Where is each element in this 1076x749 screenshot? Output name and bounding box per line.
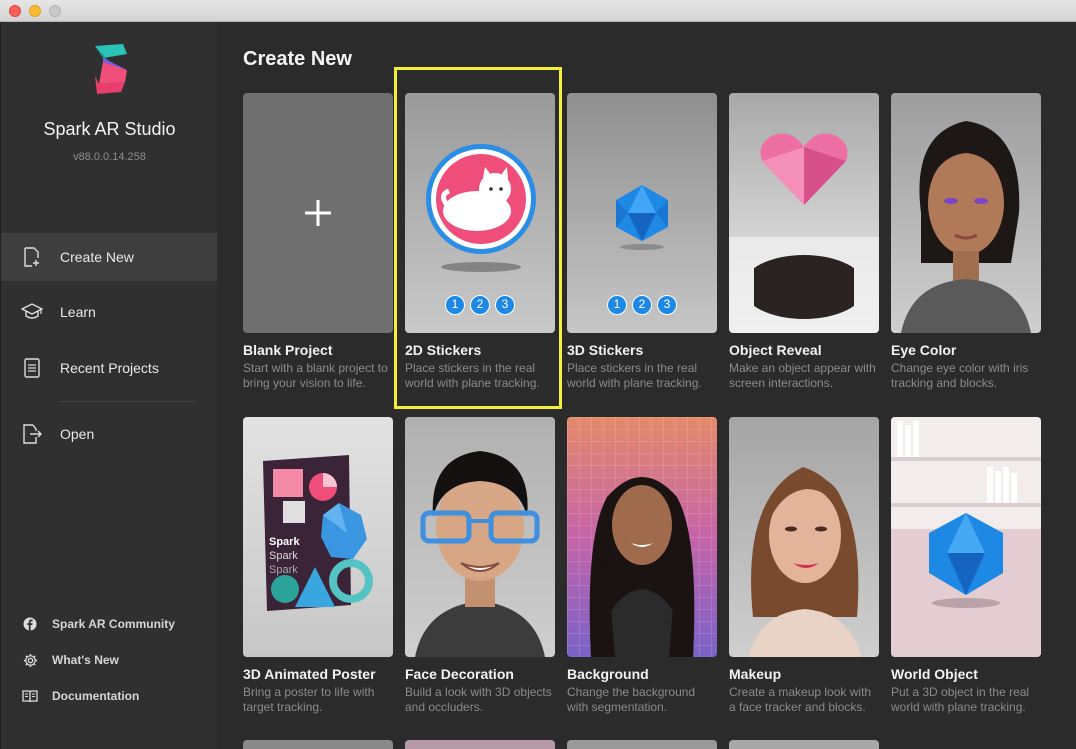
facebook-icon (22, 616, 38, 632)
sidebar-item-create-new[interactable]: Create New (1, 233, 218, 281)
document-icon (21, 357, 43, 379)
poster-word-2: Spark (269, 550, 298, 562)
book-icon (22, 688, 38, 704)
template-thumbnail: Spark Spark Spark (243, 417, 393, 657)
sidebar-item-label: Create New (60, 249, 134, 265)
heart-reveal-image (754, 133, 854, 319)
sidebar-item-recent-projects[interactable]: Recent Projects (1, 344, 218, 392)
template-description: Put a 3D object in the real world with p… (891, 685, 1030, 714)
zoom-window-button[interactable] (49, 5, 61, 17)
template-card-3d-stickers[interactable]: 1 2 3 3D Stickers Place stickers in the … (567, 93, 717, 391)
template-description: Change the background with segmentation. (567, 685, 696, 714)
portrait-image (901, 121, 1031, 333)
footer-link-label: Documentation (52, 689, 140, 703)
template-thumbnail (243, 93, 393, 333)
footer-link-label: Spark AR Community (52, 617, 175, 631)
plus-icon (305, 200, 331, 226)
template-description: Start with a blank project to bring your… (243, 361, 388, 390)
template-title: 3D Animated Poster (243, 666, 376, 682)
sidebar-item-label: Open (60, 426, 95, 442)
template-card-partial[interactable] (729, 740, 879, 749)
template-thumbnail: 1 2 3 (567, 93, 717, 333)
poster-text: Spark Spark Spark (269, 535, 300, 577)
template-thumbnail (729, 417, 879, 657)
template-title: Background (567, 666, 649, 682)
template-thumbnail (405, 417, 555, 657)
poster-word-1: Spark (269, 536, 300, 548)
template-title: 3D Stickers (567, 342, 644, 358)
footer-link-label: What's New (52, 653, 119, 667)
template-card-partial[interactable] (405, 740, 555, 749)
template-card-3d-animated-poster[interactable]: Spark Spark Spark 3D Animated Poster Bri… (243, 417, 393, 715)
template-title: World Object (891, 666, 978, 682)
step-3: 3 (657, 295, 677, 315)
template-card-2d-stickers[interactable]: 1 2 3 2D Stickers Place stickers in the … (405, 93, 555, 391)
footer-link-community[interactable]: Spark AR Community (1, 612, 218, 636)
template-description: Bring a poster to life with target track… (243, 685, 375, 714)
sidebar-divider (59, 401, 195, 402)
open-file-icon (21, 423, 43, 445)
portrait-glasses-image (415, 451, 545, 657)
template-description: Place stickers in the real world with pl… (567, 361, 702, 390)
app-name: Spark AR Studio (43, 119, 176, 139)
template-card-world-object[interactable]: World Object Put a 3D object in the real… (891, 417, 1041, 715)
template-card-face-decoration[interactable]: Face Decoration Build a look with 3D obj… (405, 417, 555, 715)
portrait-makeup-image (749, 467, 861, 657)
template-description: Change eye color with iris tracking and … (891, 361, 1029, 390)
sidebar: Spark AR Studio v88.0.0.14.258 Create Ne… (0, 22, 218, 749)
template-title: Makeup (729, 666, 782, 682)
template-description: Create a makeup look with a face tracker… (729, 685, 872, 714)
template-description: Build a look with 3D objects and occlude… (405, 685, 552, 714)
template-thumbnail (891, 417, 1041, 657)
template-card-object-reveal[interactable]: Object Reveal Make an object appear with… (729, 93, 879, 391)
step-indicator: 1 2 3 (405, 295, 555, 315)
cat-sticker-image (426, 144, 536, 272)
room-icosahedron-image (891, 417, 1041, 657)
template-card-blank-project[interactable]: Blank Project Start with a blank project… (243, 93, 393, 391)
template-thumbnail (567, 417, 717, 657)
portrait-background-image (567, 417, 717, 657)
template-card-background[interactable]: Background Change the background with se… (567, 417, 717, 715)
icosahedron-image (616, 185, 668, 250)
template-title: Object Reveal (729, 342, 822, 358)
template-card-partial[interactable] (243, 740, 393, 749)
template-thumbnail: 1 2 3 (405, 93, 555, 333)
sidebar-item-label: Recent Projects (60, 360, 159, 376)
template-thumbnail (891, 93, 1041, 333)
close-window-button[interactable] (9, 5, 21, 17)
step-3: 3 (495, 295, 515, 315)
sidebar-item-learn[interactable]: Learn (1, 288, 218, 336)
template-thumbnail (729, 93, 879, 333)
poster-word-3: Spark (269, 564, 298, 576)
app-version: v88.0.0.14.258 (73, 151, 146, 163)
template-card-partial[interactable] (567, 740, 717, 749)
template-card-makeup[interactable]: Makeup Create a makeup look with a face … (729, 417, 879, 715)
step-1: 1 (607, 295, 627, 315)
footer-link-documentation[interactable]: Documentation (1, 684, 218, 708)
step-2: 2 (632, 295, 652, 315)
step-2: 2 (470, 295, 490, 315)
sidebar-item-label: Learn (60, 304, 96, 320)
page-title: Create New (243, 48, 352, 70)
template-description: Place stickers in the real world with pl… (405, 361, 540, 390)
step-1: 1 (445, 295, 465, 315)
main-content: Create New Blank Project Start with a bl… (217, 22, 1076, 749)
spark-ar-logo (95, 44, 127, 94)
minimize-window-button[interactable] (29, 5, 41, 17)
poster-image (263, 455, 373, 611)
window-titlebar (0, 0, 1076, 22)
footer-link-whats-new[interactable]: What's New (1, 648, 218, 672)
template-card-eye-color[interactable]: Eye Color Change eye color with iris tra… (891, 93, 1041, 391)
template-title: Face Decoration (405, 666, 514, 682)
new-file-icon (21, 246, 43, 268)
graduation-cap-icon (21, 301, 43, 323)
sidebar-item-open[interactable]: Open (1, 410, 218, 458)
gear-icon (22, 652, 38, 668)
template-title: Eye Color (891, 342, 957, 358)
template-title: 2D Stickers (405, 342, 482, 358)
template-title: Blank Project (243, 342, 333, 358)
step-indicator: 1 2 3 (567, 295, 717, 315)
template-description: Make an object appear with screen intera… (729, 361, 876, 390)
